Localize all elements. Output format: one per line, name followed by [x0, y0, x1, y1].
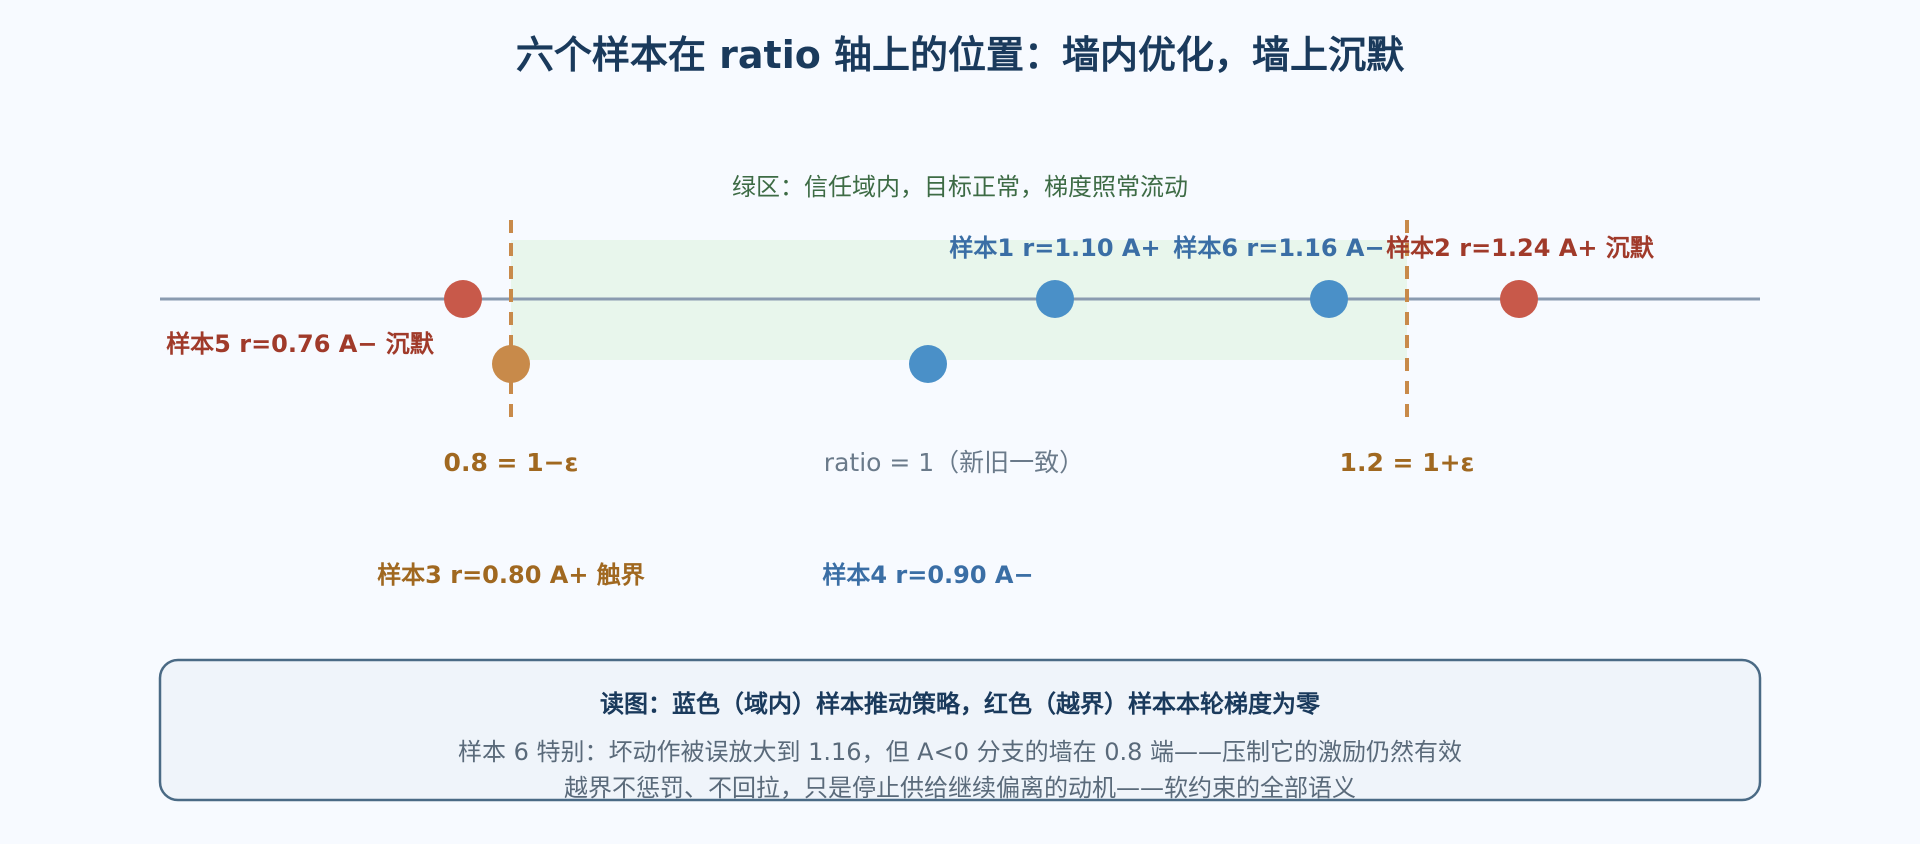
sample-3-dot: [492, 345, 530, 383]
sample-4-label: 样本4 r=0.90 A−: [822, 561, 1033, 589]
sample-5-dot: [444, 280, 482, 318]
ratio-axis-diagram: 六个样本在 ratio 轴上的位置：墙内优化，墙上沉默 绿区：信任域内，目标正常…: [158, 33, 1762, 802]
center-ratio-label: ratio = 1（新旧一致）: [824, 448, 1084, 477]
sample-4-dot: [909, 345, 947, 383]
sample-5-label: 样本5 r=0.76 A− 沉默: [166, 330, 435, 358]
note-line-1: 样本 6 特别：坏动作被误放大到 1.16，但 A<0 分支的墙在 0.8 端—…: [458, 738, 1462, 766]
upper-wall-label: 1.2 = 1+ε: [1340, 448, 1475, 477]
lower-wall-label: 0.8 = 1−ε: [444, 448, 579, 477]
note-line-2: 越界不惩罚、不回拉，只是停止供给继续偏离的动机——软约束的全部语义: [564, 774, 1356, 802]
sample-2-label: 样本2 r=1.24 A+ 沉默: [1386, 234, 1655, 262]
diagram-stage: 六个样本在 ratio 轴上的位置：墙内优化，墙上沉默 绿区：信任域内，目标正常…: [0, 0, 1920, 840]
sample-6-dot: [1310, 280, 1348, 318]
sample-2-dot: [1500, 280, 1538, 318]
trust-zone-label: 绿区：信任域内，目标正常，梯度照常流动: [732, 173, 1188, 201]
sample-1-label: 样本1 r=1.10 A+: [949, 234, 1160, 262]
note-heading: 读图：蓝色（域内）样本推动策略，红色（越界）样本本轮梯度为零: [600, 690, 1321, 718]
sample-1-dot: [1036, 280, 1074, 318]
sample-3-label: 样本3 r=0.80 A+ 触界: [377, 561, 645, 589]
sample-6-label: 样本6 r=1.16 A−: [1173, 234, 1384, 262]
page-title: 六个样本在 ratio 轴上的位置：墙内优化，墙上沉默: [516, 33, 1405, 77]
